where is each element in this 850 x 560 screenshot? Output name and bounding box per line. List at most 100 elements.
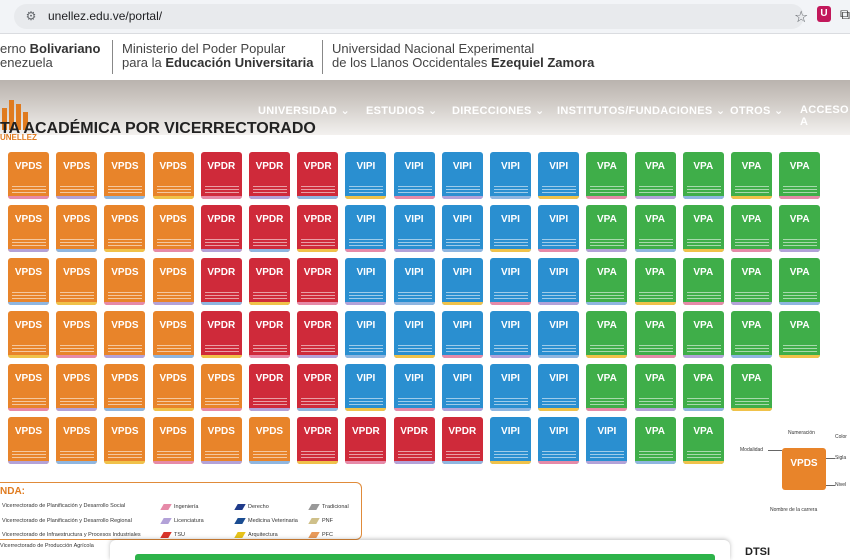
career-tile[interactable]: VPDR — [297, 258, 339, 305]
career-tile[interactable]: VIPI — [538, 417, 580, 464]
bookmark-star-icon[interactable]: ☆ — [794, 7, 808, 27]
career-tile[interactable]: VPDS — [249, 417, 290, 464]
career-tile[interactable]: VPA — [682, 205, 724, 252]
career-tile[interactable]: VPDS — [152, 364, 194, 411]
nav-otros[interactable]: OTROS ⌄ — [730, 104, 784, 117]
career-tile[interactable]: VIPI — [393, 258, 435, 305]
career-tile[interactable]: VPDR — [249, 258, 290, 305]
career-tile[interactable]: VPA — [779, 258, 821, 305]
nav-universidad[interactable]: UNIVERSIDAD ⌄ — [258, 104, 350, 117]
career-tile[interactable]: VIPI — [538, 258, 580, 305]
career-tile[interactable]: VIPI — [345, 364, 387, 411]
career-tile[interactable]: VPDR — [297, 417, 339, 464]
career-tile[interactable]: VPDR — [441, 417, 483, 464]
career-tile[interactable]: VPDS — [56, 258, 98, 305]
career-tile[interactable]: VPDS — [56, 152, 98, 199]
career-tile[interactable]: VIPI — [538, 311, 580, 358]
career-tile[interactable]: VIPI — [586, 417, 628, 464]
career-tile[interactable]: VPDS — [8, 311, 49, 358]
career-tile[interactable]: VIPI — [345, 258, 387, 305]
career-tile[interactable]: VIPI — [441, 364, 483, 411]
career-tile[interactable]: VIPI — [538, 205, 580, 252]
career-tile[interactable]: VPDS — [8, 152, 49, 199]
career-tile[interactable]: VPA — [586, 258, 628, 305]
career-tile[interactable]: VPA — [731, 205, 772, 252]
career-tile[interactable]: VPDS — [152, 311, 194, 358]
career-tile[interactable]: VPA — [634, 417, 676, 464]
career-tile[interactable]: VIPI — [490, 258, 531, 305]
career-tile[interactable]: VIPI — [345, 205, 387, 252]
career-tile[interactable]: VPA — [731, 311, 772, 358]
career-tile[interactable]: VPDS — [152, 258, 194, 305]
career-tile[interactable]: VPDS — [152, 152, 194, 199]
career-tile[interactable]: VPDR — [297, 364, 339, 411]
career-tile[interactable]: VPDS — [56, 364, 98, 411]
career-tile[interactable]: VPDR — [200, 258, 242, 305]
career-tile[interactable]: VPA — [586, 364, 628, 411]
nav-institutos[interactable]: INSTITUTOS/FUNDACIONES ⌄ — [557, 104, 725, 117]
shield-icon[interactable]: U — [817, 6, 831, 22]
career-tile[interactable]: VPA — [779, 152, 821, 199]
career-tile[interactable]: VPDR — [297, 205, 339, 252]
career-tile[interactable]: VPDS — [8, 417, 49, 464]
career-tile[interactable]: VPDS — [8, 258, 49, 305]
career-tile[interactable]: VPA — [682, 417, 724, 464]
career-tile[interactable]: VIPI — [345, 311, 387, 358]
career-tile[interactable]: VIPI — [490, 364, 531, 411]
career-tile[interactable]: VPDS — [56, 417, 98, 464]
career-tile[interactable]: VIPI — [393, 311, 435, 358]
career-tile[interactable]: VPDR — [297, 311, 339, 358]
career-tile[interactable]: VPDS — [104, 364, 146, 411]
nav-estudios[interactable]: ESTUDIOS ⌄ — [366, 104, 438, 117]
career-tile[interactable]: VPA — [586, 205, 628, 252]
career-tile[interactable]: VPA — [682, 258, 724, 305]
career-tile[interactable]: VPDR — [249, 205, 290, 252]
url-text[interactable]: unellez.edu.ve/portal/ — [48, 9, 162, 23]
career-tile[interactable]: VPDS — [104, 152, 146, 199]
career-tile[interactable]: VIPI — [490, 205, 531, 252]
career-tile[interactable]: VPDR — [249, 311, 290, 358]
career-tile[interactable]: VPA — [779, 311, 821, 358]
career-tile[interactable]: VPDS — [200, 364, 242, 411]
career-tile[interactable]: VPA — [731, 152, 772, 199]
career-tile[interactable]: VIPI — [345, 152, 387, 199]
career-tile[interactable]: VPA — [731, 364, 772, 411]
site-info-icon[interactable]: ⚙ — [22, 8, 40, 25]
career-tile[interactable]: VPDR — [393, 417, 435, 464]
career-tile[interactable]: VPA — [682, 311, 724, 358]
career-tile[interactable]: VIPI — [490, 311, 531, 358]
career-tile[interactable]: VPDS — [152, 205, 194, 252]
career-tile[interactable]: VPDS — [200, 417, 242, 464]
career-tile[interactable]: VIPI — [490, 417, 531, 464]
career-tile[interactable]: VIPI — [490, 152, 531, 199]
career-tile[interactable]: VPA — [634, 152, 676, 199]
career-tile[interactable]: VIPI — [441, 205, 483, 252]
career-tile[interactable]: VPDR — [345, 417, 387, 464]
career-tile[interactable]: VPDS — [104, 205, 146, 252]
career-tile[interactable]: VPDR — [297, 152, 339, 199]
career-tile[interactable]: VPA — [779, 205, 821, 252]
career-tile[interactable]: VPDS — [104, 417, 146, 464]
career-tile[interactable]: VPDS — [152, 417, 194, 464]
career-tile[interactable]: VPDS — [56, 205, 98, 252]
career-tile[interactable]: VIPI — [538, 364, 580, 411]
career-tile[interactable]: VPA — [682, 152, 724, 199]
career-tile[interactable]: VPA — [682, 364, 724, 411]
career-tile[interactable]: VIPI — [393, 152, 435, 199]
career-tile[interactable]: VPA — [586, 152, 628, 199]
career-tile[interactable]: VPA — [634, 364, 676, 411]
career-tile[interactable]: VPDR — [200, 311, 242, 358]
career-tile[interactable]: VPDR — [200, 152, 242, 199]
nav-acceso[interactable]: ACCESO A — [800, 104, 850, 128]
career-tile[interactable]: VPDS — [56, 311, 98, 358]
career-tile[interactable]: VIPI — [441, 258, 483, 305]
career-tile[interactable]: VPDS — [8, 364, 49, 411]
nav-direcciones[interactable]: DIRECCIONES ⌄ — [452, 104, 545, 117]
career-tile[interactable]: VPA — [634, 258, 676, 305]
career-tile[interactable]: VPDS — [104, 311, 146, 358]
career-tile[interactable]: VIPI — [393, 205, 435, 252]
career-tile[interactable]: VPA — [586, 311, 628, 358]
career-tile[interactable]: VIPI — [538, 152, 580, 199]
career-tile[interactable]: VIPI — [441, 152, 483, 199]
career-tile[interactable]: VIPI — [393, 364, 435, 411]
